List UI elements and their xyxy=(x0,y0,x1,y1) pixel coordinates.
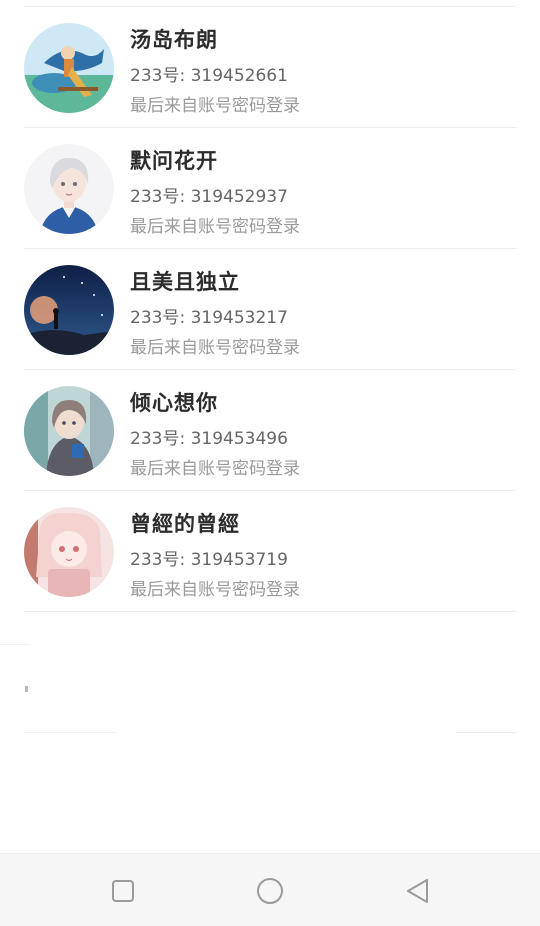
account-id: 233号: 319453496 xyxy=(130,429,288,449)
login-method-hint: 最后来自账号密码登录 xyxy=(130,459,300,479)
avatar-hooded-girl-icon xyxy=(24,386,114,476)
system-navigation-bar xyxy=(0,853,540,926)
avatar-white-hair-boy-icon xyxy=(24,144,114,234)
account-nickname: 默问花开 xyxy=(130,149,218,173)
avatar-anime-rider-icon xyxy=(24,23,114,113)
square-recent-apps-icon[interactable] xyxy=(106,874,140,908)
account-id: 233号: 319452661 xyxy=(130,66,288,86)
account-row-5[interactable]: 曾經的曾經 233号: 319453719 最后来自账号密码登录 xyxy=(0,491,540,612)
avatar-night-sky-icon xyxy=(24,265,114,355)
account-nickname: 曾經的曾經 xyxy=(130,512,240,536)
login-method-hint: 最后来自账号密码登录 xyxy=(130,96,300,116)
account-row-4[interactable]: 倾心想你 233号: 319453496 最后来自账号密码登录 xyxy=(0,370,540,491)
account-nickname: 且美且独立 xyxy=(130,270,240,294)
circle-home-icon[interactable] xyxy=(253,874,287,908)
account-row-3[interactable]: 且美且独立 233号: 319453217 最后来自账号密码登录 xyxy=(0,249,540,370)
avatar-pink-hair-girl-icon xyxy=(24,507,114,597)
divider xyxy=(0,644,30,645)
account-id: 233号: 319453719 xyxy=(130,550,288,570)
divider xyxy=(456,732,516,733)
login-method-hint: 最后来自账号密码登录 xyxy=(130,217,300,237)
account-switcher-screen: 汤岛布朗 233号: 319452661 最后来自账号密码登录 默问花开 233… xyxy=(0,0,540,926)
account-list: 汤岛布朗 233号: 319452661 最后来自账号密码登录 默问花开 233… xyxy=(0,7,540,612)
divider xyxy=(25,686,28,692)
account-nickname: 倾心想你 xyxy=(130,391,218,415)
triangle-back-icon[interactable] xyxy=(400,874,434,908)
divider xyxy=(24,732,116,733)
account-row-2[interactable]: 默问花开 233号: 319452937 最后来自账号密码登录 xyxy=(0,128,540,249)
account-nickname: 汤岛布朗 xyxy=(130,28,218,52)
account-row-1[interactable]: 汤岛布朗 233号: 319452661 最后来自账号密码登录 xyxy=(0,7,540,128)
login-method-hint: 最后来自账号密码登录 xyxy=(130,338,300,358)
login-method-hint: 最后来自账号密码登录 xyxy=(130,580,300,600)
account-id: 233号: 319453217 xyxy=(130,308,288,328)
account-id: 233号: 319452937 xyxy=(130,187,288,207)
